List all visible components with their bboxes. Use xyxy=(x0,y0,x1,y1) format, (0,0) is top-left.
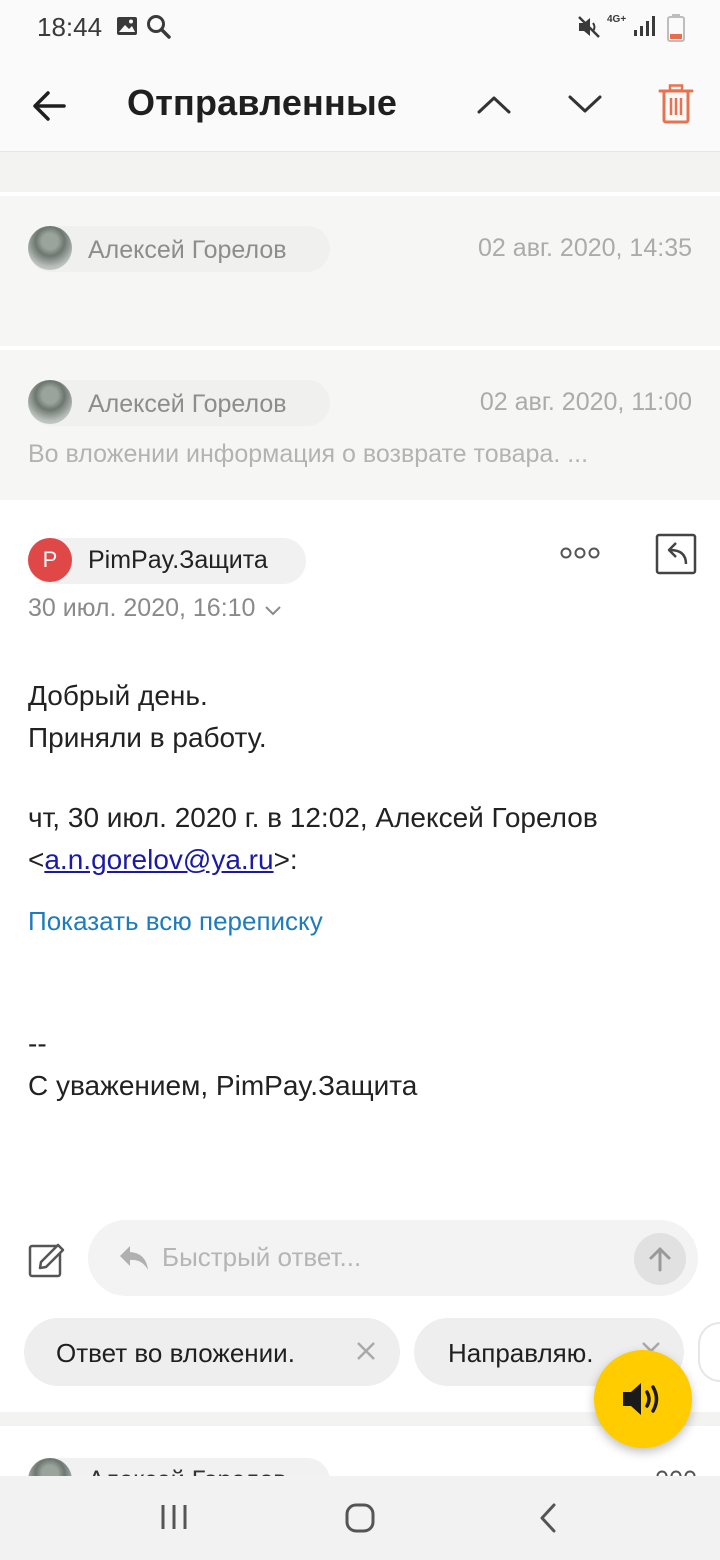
signal-icon xyxy=(634,16,655,36)
next-message-button[interactable] xyxy=(559,78,611,130)
status-time: 18:44 xyxy=(37,12,103,42)
message-date: 02 авг. 2020, 14:35 xyxy=(478,234,692,262)
more-dots-icon xyxy=(560,547,600,559)
previous-message-button[interactable] xyxy=(468,78,520,130)
status-bar: 18:44 4G+ xyxy=(0,0,720,56)
reply-icon xyxy=(655,533,697,575)
suggestion-label: Направляю. xyxy=(448,1338,594,1368)
search-notification-icon xyxy=(147,15,171,39)
close-icon[interactable] xyxy=(351,1336,381,1366)
signature-text: С уважением, PimPay.Защита xyxy=(28,1070,418,1101)
sender-chip[interactable]: P PimPay.Защита xyxy=(28,538,306,584)
sender-chip[interactable]: Алексей Горелов xyxy=(28,226,330,272)
chevron-down-icon xyxy=(265,606,282,616)
app-bar: Отправленные xyxy=(0,56,720,152)
sender-name: Алексей Горелов xyxy=(88,390,287,418)
message-snippet: Во вложении информация о возврате товара… xyxy=(28,440,589,468)
delete-button[interactable] xyxy=(650,78,702,130)
compose-button[interactable] xyxy=(26,1240,66,1280)
sender-chip[interactable]: Алексей Горелов xyxy=(28,380,330,426)
edit-icon xyxy=(28,1243,65,1278)
quote-open: < xyxy=(28,844,45,875)
message-body: Добрый день. Приняли в работу. xyxy=(28,675,267,759)
battery-icon xyxy=(667,14,685,42)
quick-reply-input[interactable]: Быстрый ответ... xyxy=(88,1220,698,1296)
chevron-up-icon xyxy=(477,96,511,114)
quick-reply-placeholder: Быстрый ответ... xyxy=(162,1242,362,1272)
quote-email-line: <a.n.gorelov@ya.ru>: xyxy=(28,839,708,881)
nav-back-icon[interactable] xyxy=(536,1502,560,1534)
more-dots-icon[interactable] xyxy=(654,1466,698,1476)
chevron-down-icon xyxy=(568,95,602,113)
suggestion-label: Ответ во вложении. xyxy=(56,1338,295,1368)
body-line: Приняли в работу. xyxy=(28,722,267,753)
send-button[interactable] xyxy=(634,1233,686,1285)
avatar: P xyxy=(28,538,72,582)
network-type: 4G+ xyxy=(607,14,627,25)
gallery-icon xyxy=(117,17,137,35)
message-date: 02 авг. 2020, 11:00 xyxy=(479,388,692,416)
home-icon[interactable] xyxy=(344,1502,376,1534)
sender-chip[interactable]: Алексей Горелов xyxy=(28,1458,330,1476)
reply-button[interactable] xyxy=(654,532,698,576)
reply-arrow-icon xyxy=(120,1246,148,1270)
system-nav-bar xyxy=(0,1476,720,1560)
greeting-line: Добрый день. xyxy=(28,680,208,711)
quote-header: чт, 30 июл. 2020 г. в 12:02, Алексей Гор… xyxy=(28,797,708,881)
sender-name: PimPay.Защита xyxy=(88,546,268,574)
quote-header-line: чт, 30 июл. 2020 г. в 12:02, Алексей Гор… xyxy=(28,802,598,833)
message-date-toggle[interactable]: 30 июл. 2020, 16:10 xyxy=(28,594,282,623)
trash-icon xyxy=(658,84,694,124)
message-date: 30 июл. 2020, 16:10 xyxy=(28,594,256,622)
quote-close: >: xyxy=(273,844,298,875)
sender-name: Алексей Горелов xyxy=(88,236,287,264)
voice-assistant-button[interactable] xyxy=(594,1350,692,1448)
sender-name: Алексей Горелов xyxy=(88,1466,287,1476)
email-link[interactable]: a.n.gorelov@ya.ru xyxy=(44,844,273,875)
page-title: Отправленные xyxy=(127,82,398,123)
more-options-button[interactable] xyxy=(558,538,602,568)
suggestion-chip-partial[interactable] xyxy=(698,1322,720,1382)
back-button[interactable] xyxy=(24,80,76,132)
suggestion-chip[interactable]: Ответ во вложении. xyxy=(24,1318,400,1386)
avatar xyxy=(28,226,72,270)
mute-icon xyxy=(578,16,600,38)
speaker-icon xyxy=(623,1383,659,1415)
avatar xyxy=(28,380,72,424)
signature: -- С уважением, PimPay.Защита xyxy=(28,1023,417,1107)
thread-item[interactable]: Алексей Горелов 02 авг. 2020, 11:00 Во в… xyxy=(0,350,720,500)
thread-item[interactable]: Алексей Горелов 02 авг. 2020, 14:35 xyxy=(0,196,720,346)
show-full-thread-link[interactable]: Показать всю переписку xyxy=(28,906,323,937)
avatar xyxy=(28,1458,72,1476)
arrow-up-icon xyxy=(649,1247,671,1272)
recent-apps-icon[interactable] xyxy=(158,1502,190,1532)
signature-separator: -- xyxy=(28,1028,47,1059)
arrow-left-icon xyxy=(33,91,66,121)
thread-item-partial[interactable] xyxy=(0,152,720,192)
